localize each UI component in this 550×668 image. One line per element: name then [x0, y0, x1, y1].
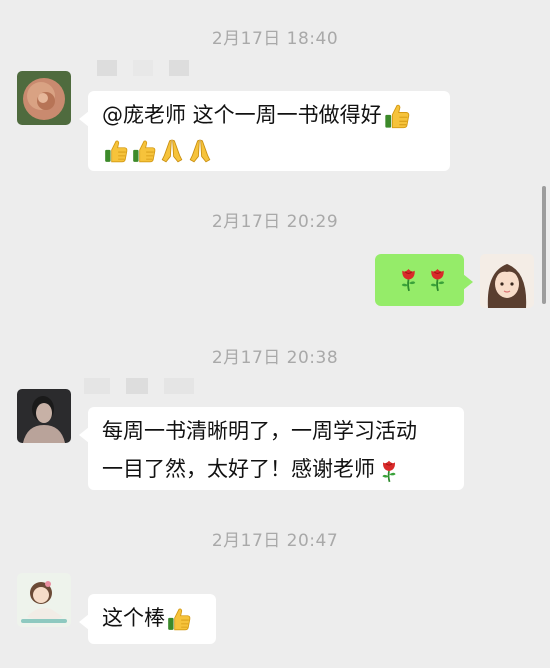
sender-name-blurred: [97, 59, 189, 77]
cartoon-child-avatar-icon: [17, 573, 71, 627]
thumbs-up-icon: [131, 138, 157, 164]
message-text-line: 一目了然，太好了！感谢老师: [102, 457, 375, 481]
scrollbar[interactable]: [542, 186, 546, 304]
message-bubble[interactable]: @庞老师 这个一周一书做得好: [79, 91, 450, 171]
thumbs-up-icon: [166, 606, 192, 632]
thumbs-up-icon: [103, 138, 129, 164]
message-text-line: 每周一书清晰明了，一周学习活动: [102, 419, 417, 443]
message-text: 这个棒: [102, 606, 165, 630]
avatar[interactable]: [17, 573, 71, 627]
message-bubble[interactable]: [375, 254, 473, 306]
cartoon-girl-avatar-icon: [480, 254, 534, 308]
sender-name-blurred: [84, 377, 194, 395]
message-bubble[interactable]: 这个棒: [79, 594, 216, 644]
message-text: @庞老师 这个一周一书做得好: [102, 103, 382, 127]
rose-icon: [395, 265, 422, 292]
rose-icon: [376, 457, 402, 483]
pray-hands-icon: [159, 138, 185, 164]
message-bubble[interactable]: 每周一书清晰明了，一周学习活动 一目了然，太好了！感谢老师: [79, 407, 464, 490]
thumbs-up-icon: [383, 102, 411, 130]
timestamp: 2月17日 18:40: [211, 29, 339, 49]
timestamp: 2月17日 20:38: [211, 348, 339, 368]
avatar[interactable]: [480, 254, 534, 308]
portrait-avatar-icon: [17, 389, 71, 443]
avatar[interactable]: [17, 389, 71, 443]
pray-hands-icon: [187, 138, 213, 164]
timestamp: 2月17日 20:47: [211, 531, 339, 551]
avatar[interactable]: [17, 71, 71, 125]
rose-icon: [424, 265, 451, 292]
flower-avatar-icon: [17, 71, 71, 125]
timestamp: 2月17日 20:29: [211, 212, 339, 232]
